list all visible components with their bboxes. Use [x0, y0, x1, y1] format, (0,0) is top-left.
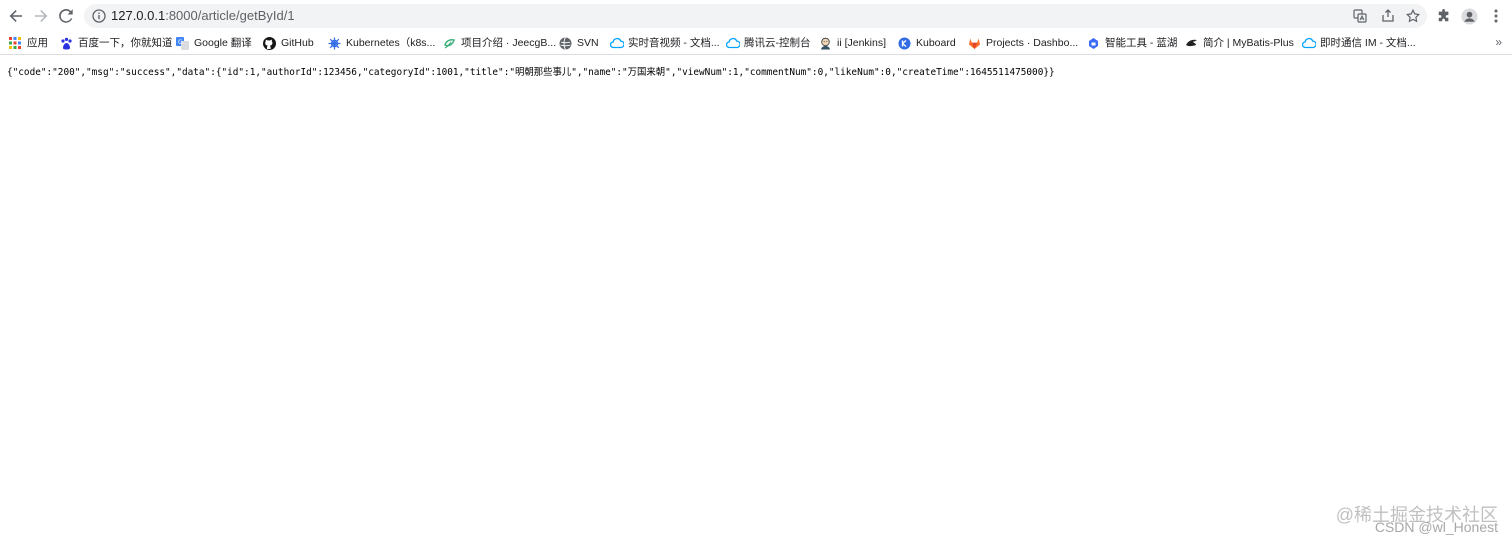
reload-icon[interactable]	[56, 6, 76, 26]
bookmarks-bar: 应用 百度一下，你就知道 G Google 翻译 GitHub Kubernet…	[0, 32, 1512, 55]
google-translate-icon: G	[176, 36, 189, 50]
bookmark-mybatis-plus[interactable]: 简介 | MyBatis-Plus	[1185, 35, 1294, 51]
bookmark-lanhu[interactable]: 智能工具 - 蓝湖	[1087, 35, 1177, 51]
svn-icon	[559, 36, 572, 50]
bookmark-label: 项目介绍 · JeecgB...	[461, 36, 557, 49]
bookmark-label: Google 翻译	[194, 36, 252, 49]
bookmark-label: Projects · Dashbo...	[986, 36, 1079, 49]
bookmark-apps[interactable]: 应用	[9, 35, 48, 51]
cloud-icon	[1301, 37, 1317, 50]
bookmark-label: 百度一下，你就知道	[78, 36, 173, 49]
bookmark-label: GitHub	[281, 36, 314, 49]
baidu-icon	[60, 37, 73, 50]
bookmark-google-translate[interactable]: G Google 翻译	[176, 35, 252, 51]
cloud-icon	[609, 37, 625, 50]
bookmark-im-docs[interactable]: 即时通信 IM - 文档...	[1301, 35, 1416, 51]
cloud-icon	[725, 37, 741, 50]
jeecg-icon	[443, 37, 456, 50]
bookmark-kuboard[interactable]: Kuboard	[898, 35, 956, 51]
bookmark-jenkins[interactable]: ii [Jenkins]	[819, 35, 886, 51]
url-host: 127.0.0.1	[111, 8, 166, 23]
back-icon[interactable]	[6, 6, 26, 26]
bookmark-label: 腾讯云-控制台	[744, 36, 811, 49]
github-icon	[263, 36, 276, 50]
profile-icon[interactable]	[1460, 7, 1478, 25]
translate-icon[interactable]	[1352, 8, 1368, 24]
mybatis-icon	[1185, 37, 1198, 50]
url-path: :8000/article/getById/1	[165, 8, 295, 23]
browser-toolbar: 127.0.0.1:8000/article/getById/1	[0, 0, 1512, 33]
kubernetes-icon	[328, 37, 341, 50]
bookmark-label: 智能工具 - 蓝湖	[1105, 36, 1178, 49]
bookmarks-overflow-button[interactable]: »	[1495, 35, 1502, 49]
bookmark-label: 应用	[27, 36, 48, 49]
bookmark-kubernetes[interactable]: Kubernetes（k8s...	[328, 35, 435, 51]
bookmark-gitlab-projects[interactable]: Projects · Dashbo...	[968, 35, 1078, 51]
bookmark-label: 简介 | MyBatis-Plus	[1203, 36, 1294, 49]
address-bar[interactable]: 127.0.0.1:8000/article/getById/1	[84, 4, 1427, 28]
svg-text:G: G	[178, 39, 183, 46]
watermark: @稀土掘金技术社区 CSDN @wl_Honest	[1336, 506, 1498, 535]
bookmark-label: 即时通信 IM - 文档...	[1320, 36, 1416, 49]
bookmark-label: Kuboard	[916, 36, 956, 49]
jenkins-icon	[819, 37, 832, 50]
url-text[interactable]: 127.0.0.1:8000/article/getById/1	[111, 9, 295, 23]
extensions-icon[interactable]	[1435, 7, 1453, 25]
bookmark-github[interactable]: GitHub	[263, 35, 314, 51]
menu-icon[interactable]	[1487, 7, 1505, 25]
gitlab-icon	[968, 37, 981, 50]
apps-grid-icon	[9, 36, 22, 50]
info-icon[interactable]	[92, 9, 106, 23]
bookmark-svn[interactable]: SVN	[559, 35, 599, 51]
lanhu-icon	[1087, 37, 1100, 50]
star-icon[interactable]	[1405, 8, 1421, 24]
bookmark-baidu[interactable]: 百度一下，你就知道	[60, 35, 173, 51]
bookmark-label: Kubernetes（k8s...	[346, 36, 436, 49]
share-icon[interactable]	[1380, 8, 1396, 24]
bookmark-label: SVN	[577, 36, 599, 49]
kuboard-icon	[898, 37, 911, 50]
bookmark-jeecg[interactable]: 项目介绍 · JeecgB...	[443, 35, 556, 51]
forward-icon[interactable]	[31, 6, 51, 26]
json-response-text: {"code":"200","msg":"success","data":{"i…	[7, 67, 1055, 78]
bookmark-tencent-console[interactable]: 腾讯云-控制台	[725, 35, 811, 51]
bookmark-trtc-docs[interactable]: 实时音视频 - 文档...	[609, 35, 720, 51]
bookmark-label: ii [Jenkins]	[837, 36, 887, 49]
bookmark-label: 实时音视频 - 文档...	[628, 36, 720, 49]
